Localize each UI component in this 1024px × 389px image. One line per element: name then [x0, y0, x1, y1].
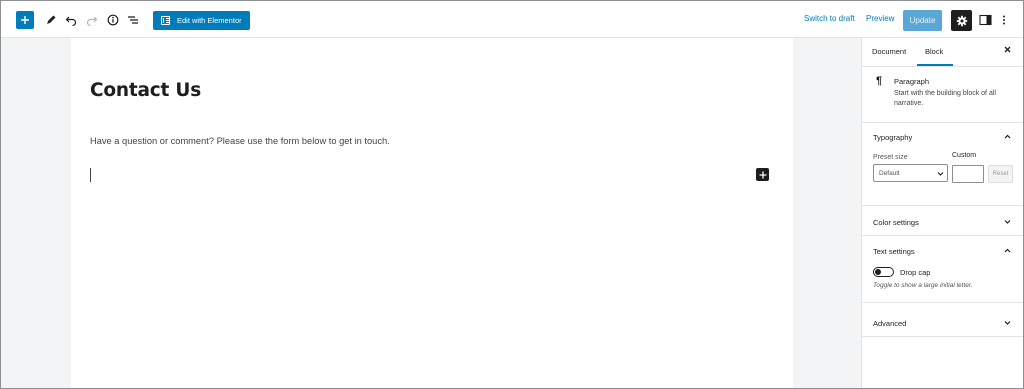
editor-window: Edit with Elementor Switch to draft Prev…	[0, 0, 1024, 389]
list-view-icon	[128, 16, 138, 24]
toggle-knob	[875, 269, 881, 275]
post-title[interactable]: Contact Us	[90, 80, 201, 101]
reset-button[interactable]: Reset	[988, 165, 1013, 183]
drop-cap-toggle[interactable]	[873, 267, 894, 277]
close-icon	[1004, 46, 1011, 53]
color-settings-panel-toggle[interactable]: Color settings	[862, 208, 1023, 236]
chevron-down-icon	[937, 172, 944, 176]
top-toolbar: Edit with Elementor Switch to draft Prev…	[1, 1, 1023, 38]
more-vertical-icon	[1003, 15, 1005, 25]
preset-size-select[interactable]: Default	[873, 164, 948, 182]
text-settings-title: Text settings	[873, 247, 915, 256]
outline-button[interactable]	[126, 13, 140, 27]
info-icon	[107, 14, 119, 26]
undo-icon	[65, 16, 77, 26]
typography-panel-toggle[interactable]: Typography	[862, 123, 1023, 151]
switch-to-draft-button[interactable]: Switch to draft	[804, 14, 855, 23]
settings-sidebar: Document Block ¶ Paragraph Start with th…	[861, 38, 1023, 388]
settings-button[interactable]	[951, 10, 972, 31]
close-sidebar-button[interactable]	[1004, 45, 1011, 56]
advanced-title: Advanced	[873, 319, 907, 328]
block-description: Start with the building block of all nar…	[894, 90, 996, 107]
drop-cap-label: Drop cap	[900, 268, 931, 277]
text-settings-panel-toggle[interactable]: Text settings	[862, 237, 1023, 265]
divider	[862, 235, 1023, 236]
edit-with-elementor-button[interactable]: Edit with Elementor	[153, 11, 250, 30]
drop-cap-help: Toggle to show a large initial letter.	[873, 282, 973, 289]
gear-icon	[956, 15, 967, 26]
chevron-up-icon	[1004, 134, 1011, 139]
block-name: Paragraph	[894, 77, 930, 86]
empty-paragraph-cursor[interactable]	[90, 168, 91, 182]
sidebar-tabs: Document Block	[862, 38, 1023, 67]
custom-size-input[interactable]	[952, 165, 984, 183]
more-options-button[interactable]	[998, 13, 1010, 27]
tab-block[interactable]: Block	[925, 47, 943, 56]
divider	[862, 302, 1023, 303]
preset-size-value: Default	[879, 170, 900, 177]
typography-title: Typography	[873, 133, 913, 142]
chevron-up-icon	[1004, 248, 1011, 253]
color-settings-title: Color settings	[873, 218, 919, 227]
pencil-icon	[47, 15, 56, 24]
undo-button[interactable]	[64, 13, 78, 27]
redo-icon	[86, 16, 98, 26]
add-block-button[interactable]	[16, 11, 34, 29]
advanced-panel-toggle[interactable]: Advanced	[862, 309, 1023, 337]
chevron-down-icon	[1004, 321, 1011, 325]
custom-size-label: Custom	[952, 152, 977, 159]
tab-document[interactable]: Document	[872, 47, 906, 56]
preview-button[interactable]: Preview	[866, 14, 894, 23]
elementor-label: Edit with Elementor	[177, 16, 242, 25]
divider	[862, 336, 1023, 337]
paragraph-block[interactable]: Have a question or comment? Please use t…	[90, 136, 390, 146]
plus-icon	[759, 171, 766, 178]
details-button[interactable]	[106, 13, 120, 27]
block-card: ¶ Paragraph Start with the building bloc…	[862, 67, 1023, 123]
paragraph-icon: ¶	[876, 75, 883, 87]
preset-size-label: Preset size	[873, 154, 908, 161]
redo-button[interactable]	[85, 13, 99, 27]
elementor-icon	[161, 16, 170, 25]
update-button[interactable]: Update	[903, 10, 942, 31]
sidebar-toggle-icon	[978, 14, 992, 26]
tools-button[interactable]	[44, 13, 58, 27]
divider	[862, 205, 1023, 206]
chevron-down-icon	[1004, 220, 1011, 224]
active-tab-indicator	[917, 64, 953, 66]
plus-icon	[21, 16, 29, 24]
inline-add-block-button[interactable]	[756, 168, 769, 181]
sidebar-toggle-button[interactable]	[978, 13, 992, 27]
